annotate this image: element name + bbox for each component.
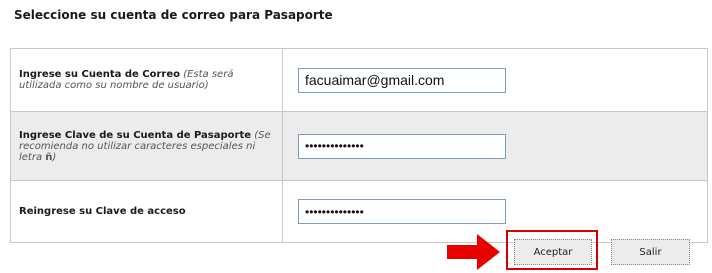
password-confirm-label-cell: Reingrese su Clave de acceso [10, 180, 283, 243]
password-label: Ingrese Clave de su Cuenta de Pasaporte [19, 129, 252, 141]
exit-button[interactable]: Salir [611, 239, 690, 265]
password-confirm-row: Reingrese su Clave de acceso [10, 180, 708, 243]
email-input-cell [282, 48, 708, 112]
email-row: Ingrese su Cuenta de Correo (Esta será u… [10, 48, 708, 112]
accept-button[interactable]: Aceptar [514, 239, 592, 265]
arrow-right-icon [447, 234, 500, 270]
password-confirm-label: Reingrese su Clave de acceso [19, 206, 186, 217]
email-field[interactable] [298, 67, 506, 93]
password-field[interactable] [298, 133, 506, 159]
email-label-cell: Ingrese su Cuenta de Correo (Esta será u… [10, 48, 283, 112]
account-form: Ingrese su Cuenta de Correo (Esta será u… [10, 48, 708, 243]
password-input-cell [282, 111, 708, 181]
password-hint-suffix: ) [52, 151, 57, 163]
email-label: Ingrese su Cuenta de Correo [19, 69, 180, 80]
page-title: Seleccione su cuenta de correo para Pasa… [14, 8, 333, 22]
password-label-cell: Ingrese Clave de su Cuenta de Pasaporte … [10, 111, 283, 181]
password-confirm-field[interactable] [298, 199, 506, 224]
password-row: Ingrese Clave de su Cuenta de Pasaporte … [10, 111, 708, 181]
